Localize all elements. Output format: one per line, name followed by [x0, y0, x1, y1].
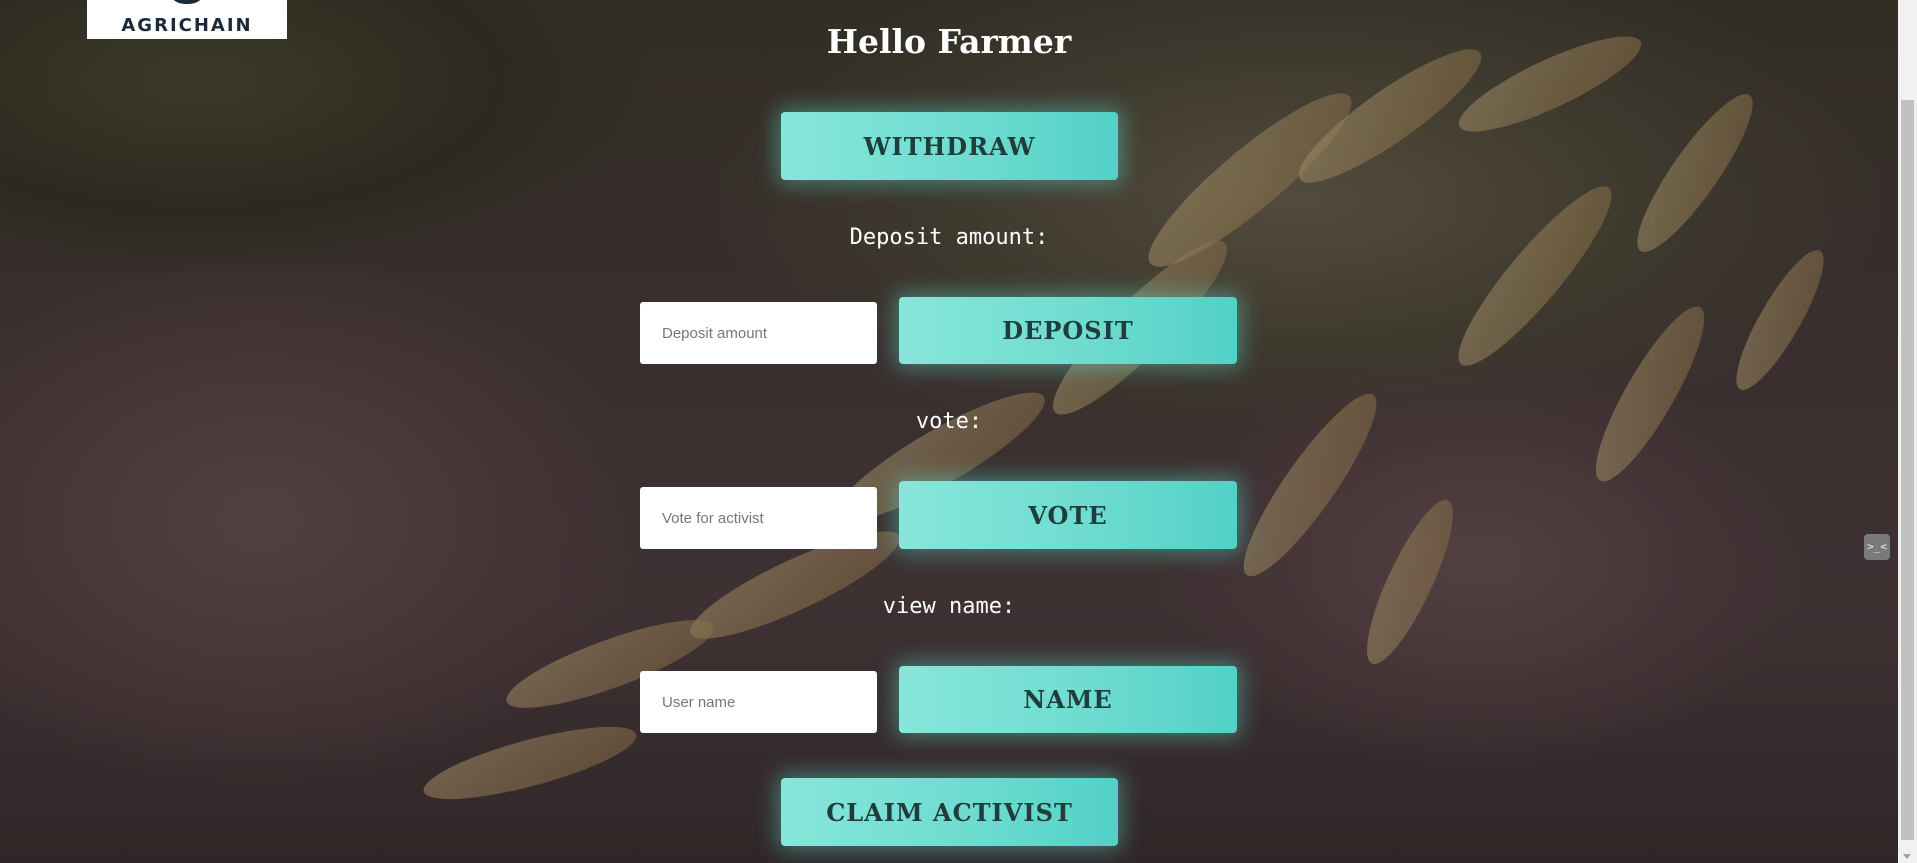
claim-activist-button[interactable]: CLAIM ACTIVIST [781, 778, 1118, 846]
scrollbar-thumb[interactable] [1901, 100, 1914, 840]
deposit-amount-input[interactable] [640, 302, 877, 364]
vertical-scrollbar[interactable] [1898, 0, 1917, 863]
logo-emblem-icon [167, 0, 207, 4]
vote-button[interactable]: VOTE [899, 481, 1237, 549]
deposit-label: Deposit amount: [849, 225, 1049, 250]
vote-activist-input[interactable] [640, 487, 877, 549]
name-button[interactable]: NAME [899, 666, 1237, 733]
withdraw-button[interactable]: WITHDRAW [781, 112, 1118, 180]
user-name-input[interactable] [640, 671, 877, 733]
deposit-button[interactable]: DEPOSIT [899, 297, 1237, 364]
vote-label: vote: [915, 409, 983, 434]
view-name-label: view name: [882, 594, 1016, 619]
scroll-down-arrow-icon[interactable] [1903, 854, 1911, 859]
code-extension-icon[interactable]: >_< [1864, 534, 1890, 560]
page-title: Hello Farmer [826, 22, 1072, 61]
